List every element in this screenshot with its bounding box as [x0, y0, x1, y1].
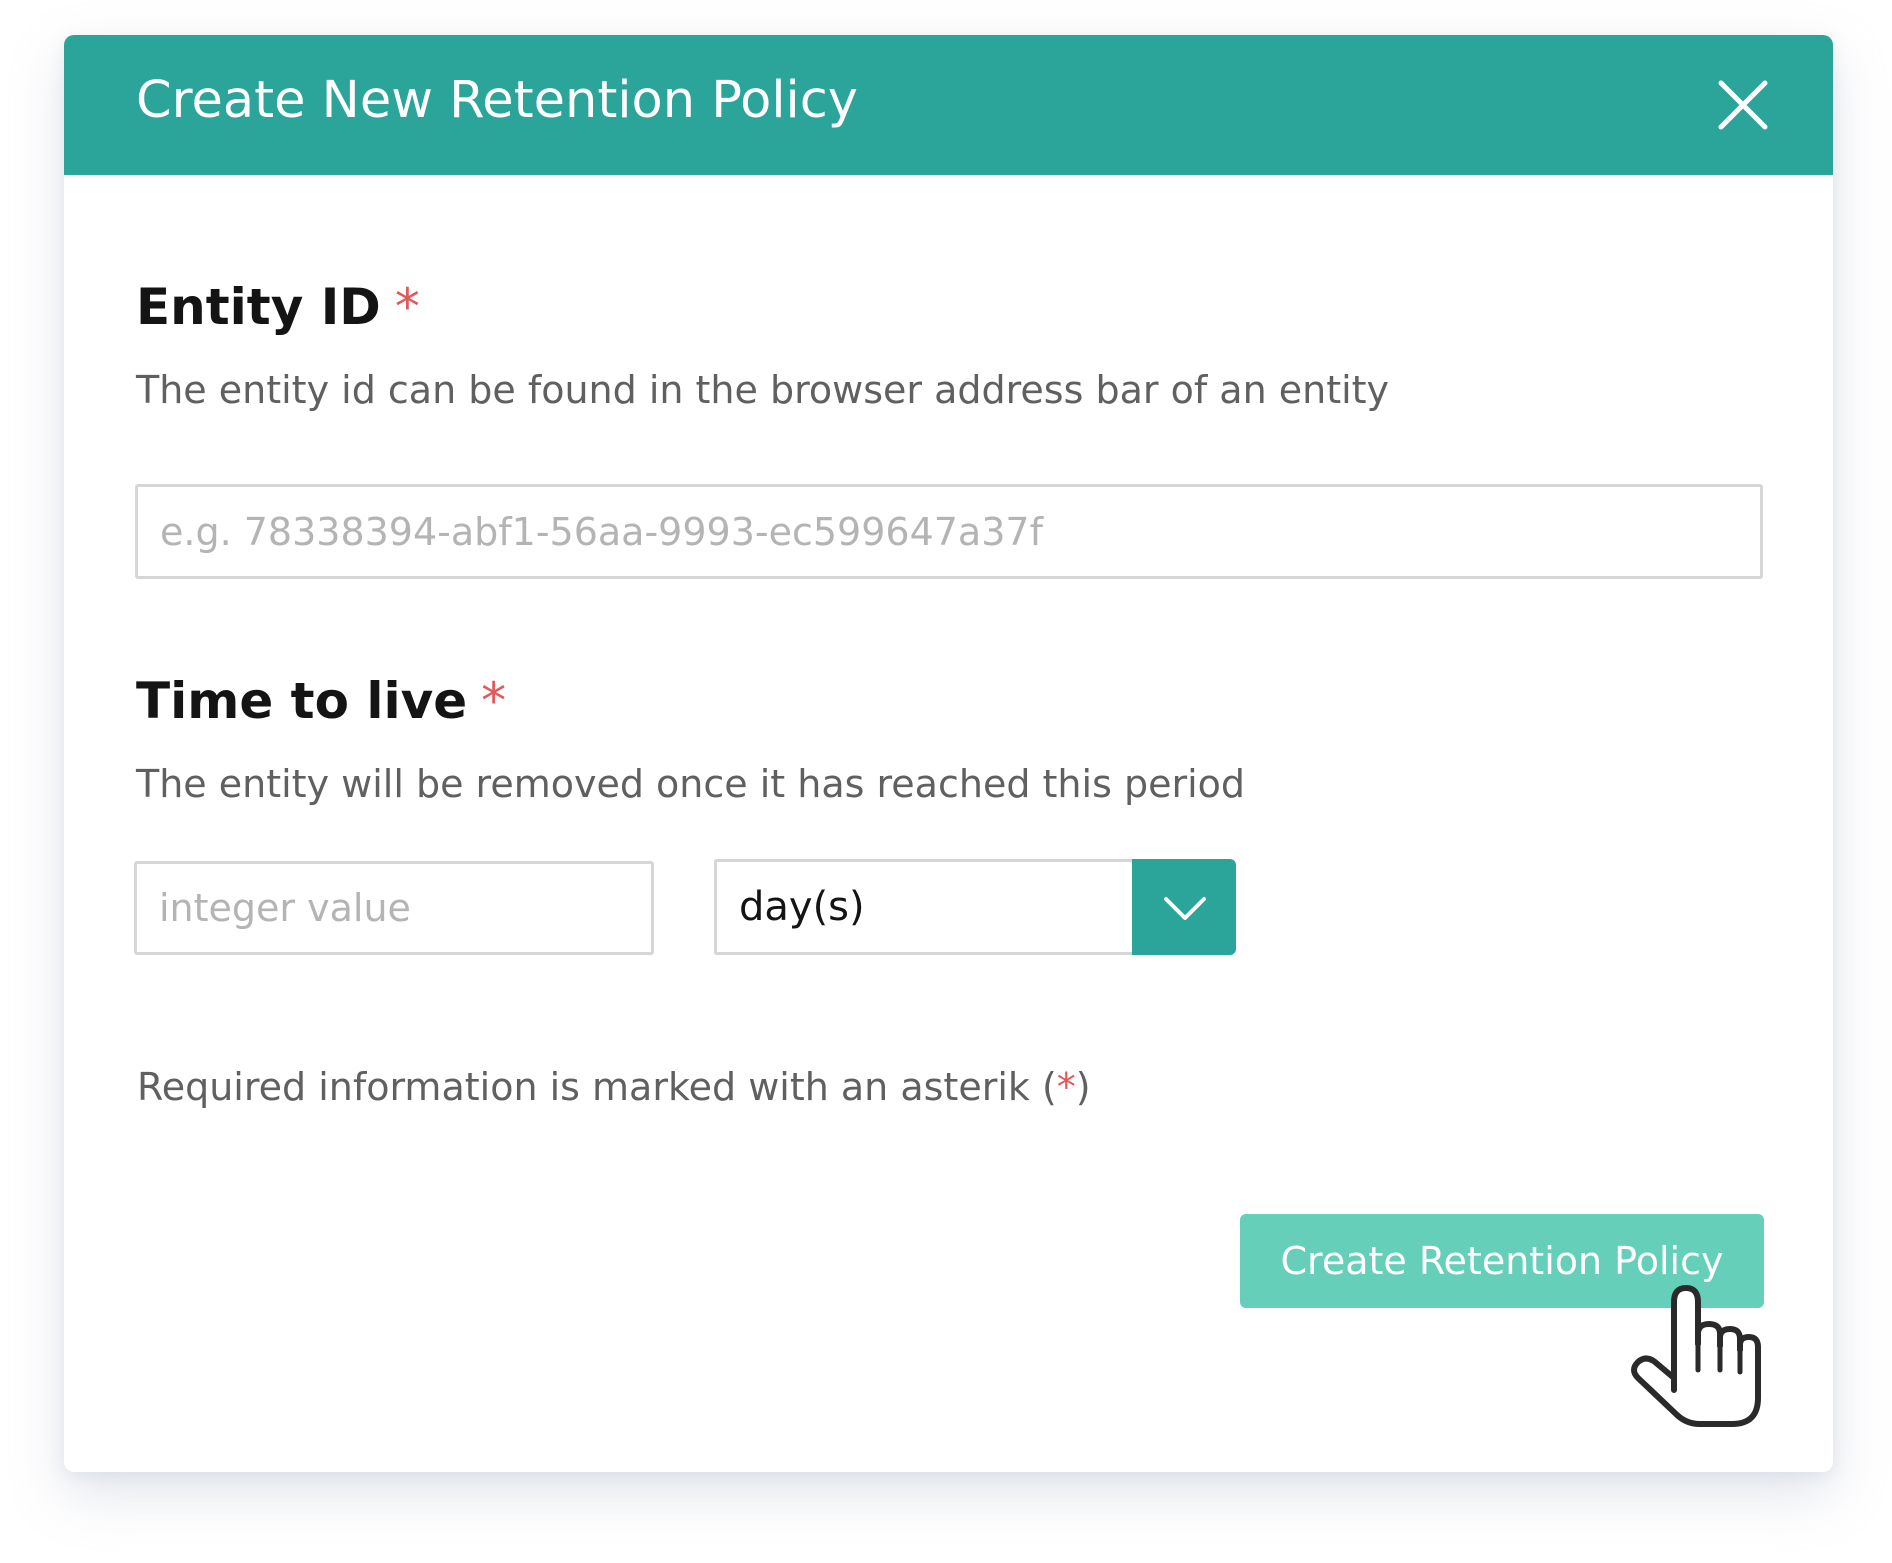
- entity-id-label: Entity ID *: [136, 278, 420, 336]
- time-to-live-label-text: Time to live: [136, 672, 468, 730]
- close-icon: [1718, 80, 1768, 130]
- time-to-live-required-mark: *: [481, 672, 507, 730]
- entity-id-input[interactable]: [135, 484, 1763, 579]
- note-text-after: ): [1075, 1065, 1091, 1109]
- entity-id-label-text: Entity ID: [136, 278, 381, 336]
- ttl-unit-dropdown-button[interactable]: [1132, 859, 1236, 955]
- ttl-unit-selected-value[interactable]: day(s): [714, 859, 1134, 955]
- entity-id-required-mark: *: [394, 278, 420, 336]
- time-to-live-label: Time to live *: [136, 672, 506, 730]
- create-retention-policy-button[interactable]: Create Retention Policy: [1240, 1214, 1764, 1308]
- required-info-note: Required information is marked with an a…: [137, 1065, 1091, 1109]
- dialog-title: Create New Retention Policy: [136, 71, 858, 130]
- time-to-live-description: The entity will be removed once it has r…: [136, 762, 1245, 806]
- note-asterisk: *: [1056, 1065, 1076, 1109]
- chevron-down-icon: [1164, 897, 1206, 920]
- ttl-value-input[interactable]: [134, 861, 654, 955]
- ttl-unit-select[interactable]: day(s): [714, 859, 1236, 955]
- close-button[interactable]: [1713, 75, 1773, 135]
- entity-id-description: The entity id can be found in the browse…: [136, 368, 1390, 412]
- note-text-before: Required information is marked with an a…: [137, 1065, 1057, 1109]
- dialog-header: Create New Retention Policy: [64, 35, 1833, 175]
